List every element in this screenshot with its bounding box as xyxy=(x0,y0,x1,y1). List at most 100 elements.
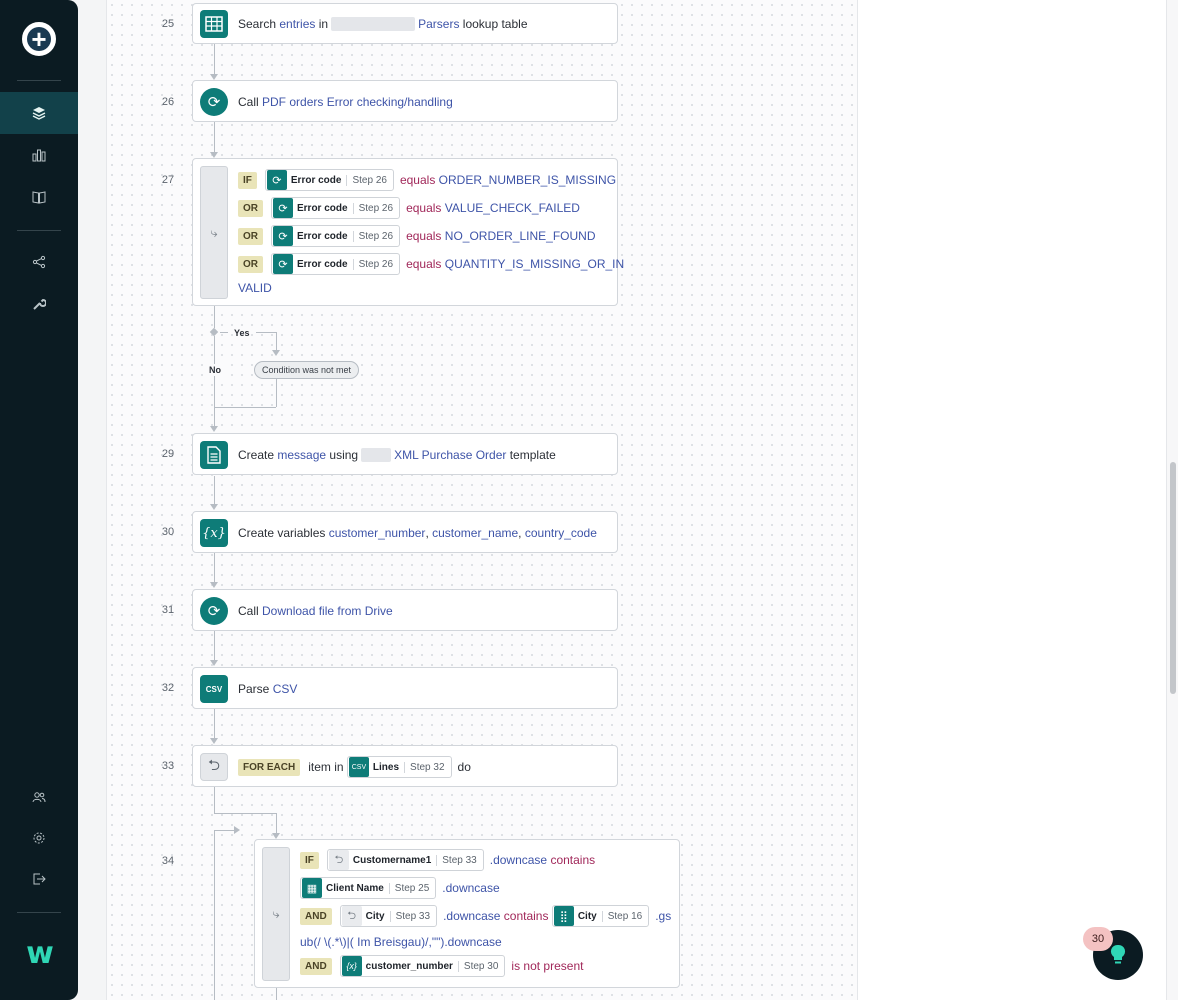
variable-link[interactable]: country_code xyxy=(525,526,597,540)
sidebar-divider xyxy=(17,230,61,231)
datapill-error-code[interactable]: ⟳ Error code Step 26 xyxy=(271,225,401,247)
scrollbar[interactable] xyxy=(1166,0,1178,1000)
datapill-city-step16[interactable]: ⣿ City Step 16 xyxy=(551,905,650,927)
variable-link[interactable]: customer_name xyxy=(432,526,518,540)
branch-icon: ⤷ xyxy=(200,166,228,299)
connector xyxy=(214,306,215,328)
csv-file-icon: CSV xyxy=(348,757,369,777)
step-number: 30 xyxy=(161,526,175,538)
function-call-icon: ⟳ xyxy=(200,597,228,625)
function-call-icon: ⟳ xyxy=(273,254,293,274)
operator: contains xyxy=(503,909,549,923)
step-verb: Call xyxy=(238,95,259,109)
lookup-table-link[interactable]: Parsers xyxy=(418,17,459,31)
step-verb: Create xyxy=(238,448,275,462)
redacted-text xyxy=(361,448,392,462)
connector xyxy=(276,988,277,1000)
loop-icon: ⮌ xyxy=(200,753,228,781)
grid-icon: ⣿ xyxy=(553,906,574,926)
connector-arrow xyxy=(210,504,218,510)
loop-connector xyxy=(214,830,234,831)
step-25-search-lookup[interactable]: Search entries in Parsers lookup table xyxy=(192,3,618,44)
parser-link[interactable]: CSV xyxy=(273,682,298,696)
sidebar-item-projects[interactable] xyxy=(0,92,78,134)
sidebar-item-logout[interactable] xyxy=(0,858,78,900)
sidebar-item-docs[interactable] xyxy=(0,176,78,218)
method-call: .downcase xyxy=(442,881,500,895)
csv-file-icon: CSV xyxy=(200,675,228,703)
loop-suffix: do xyxy=(457,760,471,774)
branch-yes-label: Yes xyxy=(234,328,250,338)
branch-icon: ⤷ xyxy=(262,847,290,981)
datapill-error-code[interactable]: ⟳ Error code Step 26 xyxy=(271,253,401,275)
connector-arrow xyxy=(210,426,218,432)
share-nodes-icon xyxy=(31,254,47,270)
step-prep: using xyxy=(329,448,359,462)
connector xyxy=(214,44,215,74)
keyword-or: OR xyxy=(238,227,263,245)
datapill-lines[interactable]: CSV Lines Step 32 xyxy=(346,756,452,778)
step-verb: Parse xyxy=(238,682,270,696)
sidebar-item-settings[interactable] xyxy=(0,817,78,859)
step-27-if-condition[interactable]: ⤷ IF ⟳ Error code Step 26 equals ORDER_NUM… xyxy=(192,158,624,306)
step-29-create-message[interactable]: Create message using XML Purchase Order … xyxy=(192,433,618,475)
branch-no-label: No xyxy=(207,364,223,376)
connector xyxy=(214,336,215,426)
variables-icon: {x} xyxy=(200,519,228,547)
connector xyxy=(214,122,215,152)
sidebar-item-connections[interactable] xyxy=(0,241,78,283)
step-33-for-each[interactable]: ⮌ FOR EACH item in CSV Lines Step 32 do xyxy=(192,745,618,787)
sidebar-item-tools[interactable] xyxy=(0,283,78,325)
step-32-parse-csv[interactable]: CSV Parse CSV xyxy=(192,667,618,709)
step-34-if-condition[interactable]: ⤷ IF ⮌ Customername1 Step 33 .downcase con… xyxy=(254,839,680,988)
datapill-error-code[interactable]: ⟳ Error code Step 26 xyxy=(264,169,394,191)
step-object-link[interactable]: message xyxy=(277,448,326,462)
step-number: 33 xyxy=(161,760,175,772)
sidebar-item-members[interactable] xyxy=(0,776,78,818)
redacted-text xyxy=(331,17,416,31)
step-26-call-function[interactable]: ⟳ Call PDF orders Error checking/handlin… xyxy=(192,80,618,122)
function-link[interactable]: PDF orders Error checking/handling xyxy=(262,95,453,109)
condition-not-met-badge: Condition was not met xyxy=(254,361,360,379)
connector xyxy=(276,813,277,833)
sidebar-item-dashboard[interactable] xyxy=(0,134,78,176)
connector xyxy=(214,787,215,813)
step-number: 34 xyxy=(161,855,175,867)
step-tail: lookup table xyxy=(462,17,528,31)
step-30-create-variables[interactable]: {x} Create variables customer_number, cu… xyxy=(192,511,618,553)
scrollbar-thumb[interactable] xyxy=(1170,462,1176,694)
step-object-link[interactable]: entries xyxy=(279,17,315,31)
operator: is not present xyxy=(511,959,584,973)
condition-value: QUANTITY_IS_MISSING_OR_IN xyxy=(444,257,625,271)
loop-connector xyxy=(214,830,215,1000)
step-number: 31 xyxy=(161,604,175,616)
datapill-city[interactable]: ⮌ City Step 33 xyxy=(339,905,438,927)
connector xyxy=(214,709,215,738)
connector xyxy=(214,407,276,408)
variables-icon: {x} xyxy=(341,956,362,976)
app-logo[interactable] xyxy=(20,20,58,58)
brand-logo-icon[interactable]: w xyxy=(22,939,58,969)
step-31-call-function[interactable]: ⟳ Call Download file from Drive xyxy=(192,589,618,631)
connector-arrow xyxy=(272,350,280,356)
function-call-icon: ⟳ xyxy=(266,170,287,190)
keyword-if: IF xyxy=(300,851,319,869)
variable-link[interactable]: customer_number xyxy=(329,526,426,540)
notification-count-badge: 30 xyxy=(1083,927,1113,951)
function-link[interactable]: Download file from Drive xyxy=(262,604,393,618)
logout-icon xyxy=(31,871,47,887)
loop-prefix: item in xyxy=(308,760,344,774)
step-verb: Create variables xyxy=(238,526,326,540)
loop-item-icon: ⮌ xyxy=(341,906,362,926)
connector xyxy=(276,379,277,407)
datapill-client-name[interactable]: ▦ Client Name Step 25 xyxy=(300,877,437,899)
step-verb: Search xyxy=(238,17,277,31)
datapill-error-code[interactable]: ⟳ Error code Step 26 xyxy=(271,197,401,219)
wrench-icon xyxy=(31,296,47,312)
sidebar-divider xyxy=(17,80,61,81)
template-link[interactable]: XML Purchase Order xyxy=(394,448,506,462)
layers-icon xyxy=(31,105,47,121)
connector-arrow xyxy=(234,826,240,834)
datapill-customername1[interactable]: ⮌ Customername1 Step 33 xyxy=(326,849,484,871)
datapill-customer-number[interactable]: {x} customer_number Step 30 xyxy=(339,955,506,977)
